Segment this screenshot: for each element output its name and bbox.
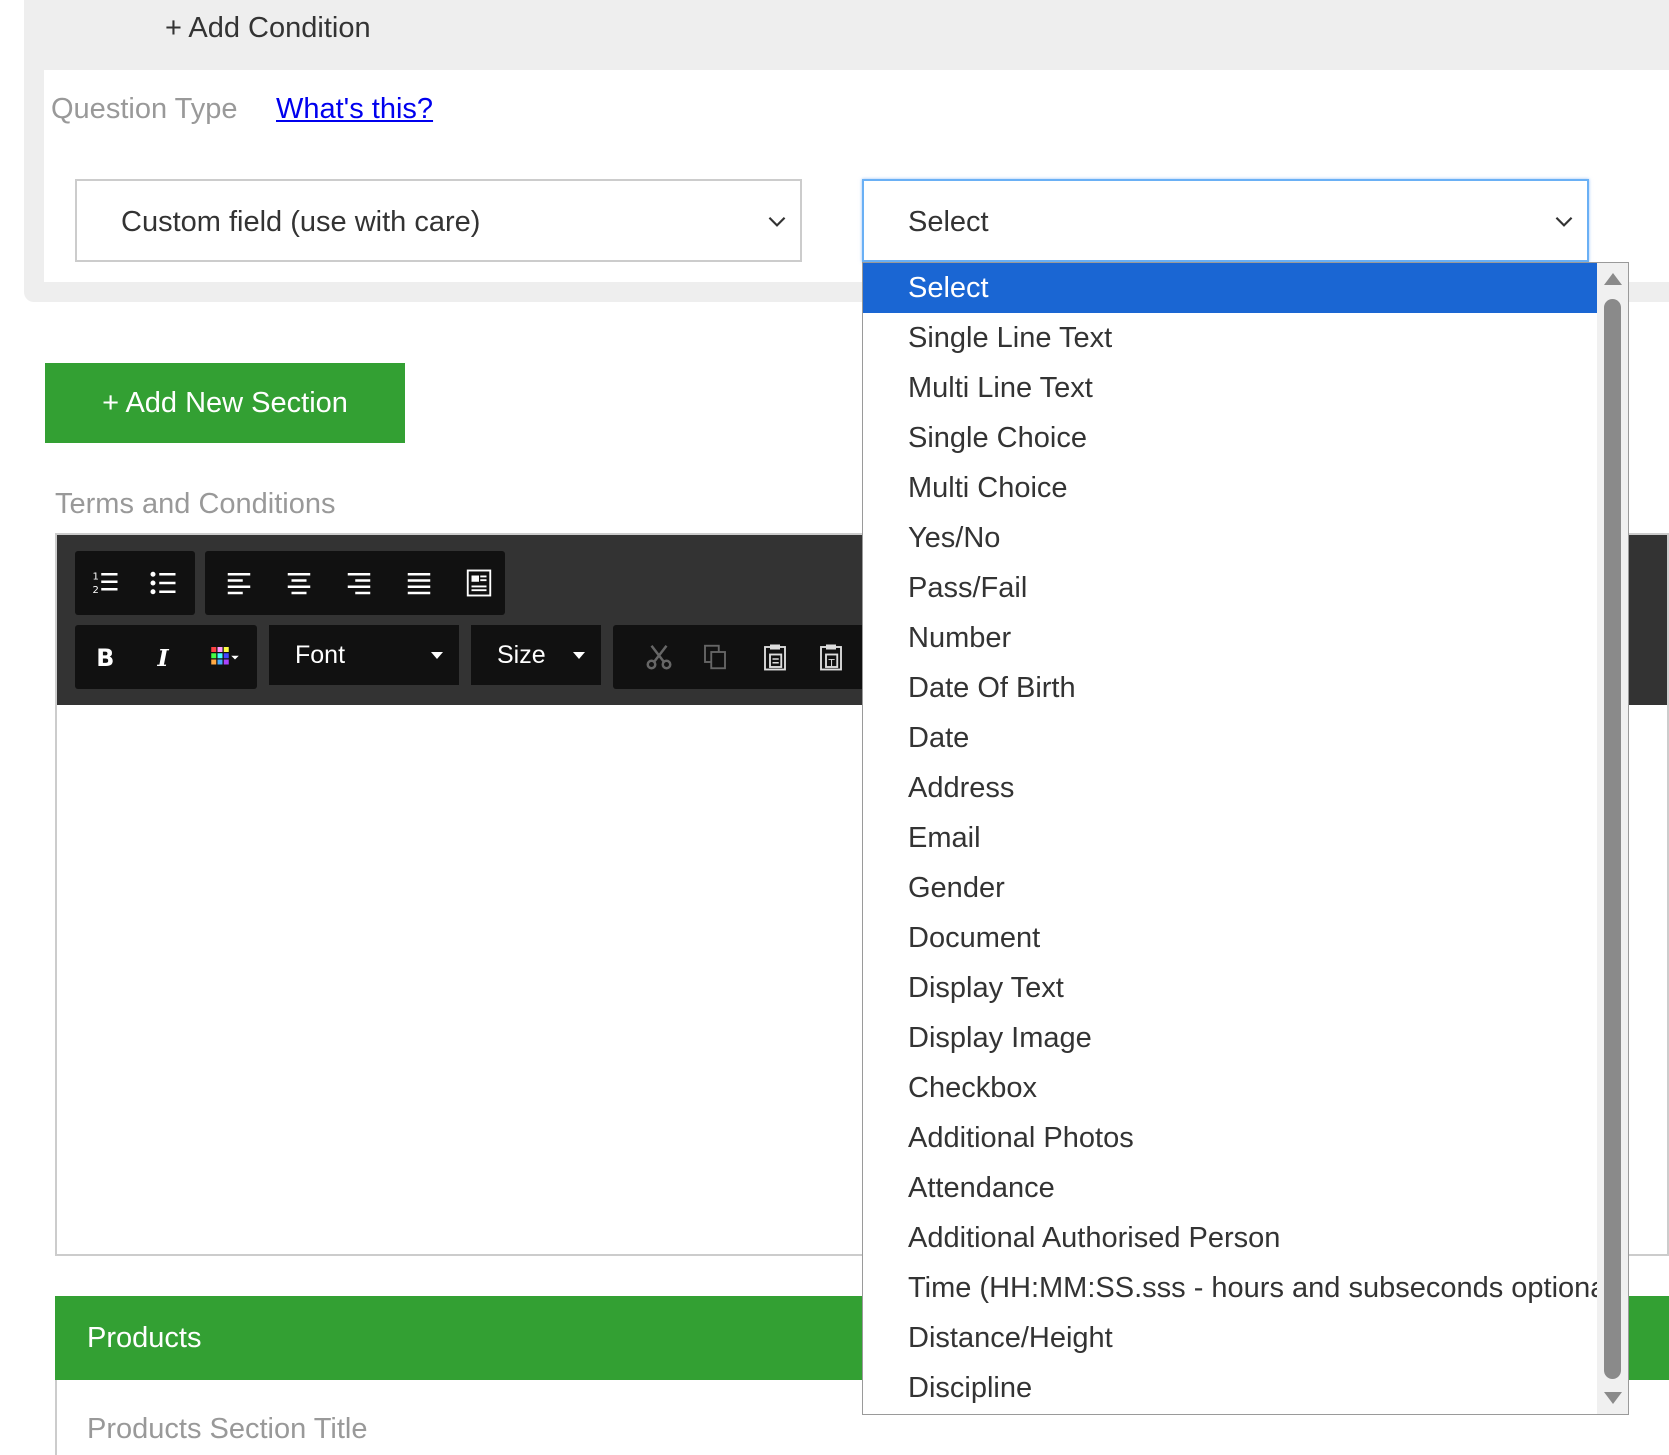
paste-as-text-icon[interactable]: T xyxy=(803,629,859,685)
svg-text:T: T xyxy=(828,658,836,669)
dropdown-option[interactable]: Single Choice xyxy=(863,413,1597,463)
copy-icon[interactable] xyxy=(687,629,743,685)
dropdown-option[interactable]: Yes/No xyxy=(863,513,1597,563)
caret-down-icon xyxy=(431,652,443,659)
paste-icon[interactable] xyxy=(747,629,803,685)
dropdown-option[interactable]: Number xyxy=(863,613,1597,663)
svg-text:B: B xyxy=(96,644,114,672)
chevron-down-icon xyxy=(768,216,786,227)
font-dropdown-label: Font xyxy=(295,641,346,669)
dropdown-option[interactable]: Additional Photos xyxy=(863,1113,1597,1163)
field-select[interactable]: Custom field (use with care) xyxy=(75,179,802,262)
size-dropdown[interactable]: Size xyxy=(471,625,601,685)
dropdown-option[interactable]: Document xyxy=(863,913,1597,963)
dropdown-option[interactable]: Date Of Birth xyxy=(863,663,1597,713)
size-dropdown-label: Size xyxy=(497,641,546,669)
dropdown-options: Select Single Line Text Multi Line Text Sin… xyxy=(863,263,1623,1413)
align-left-icon[interactable] xyxy=(211,555,267,611)
dropdown-option[interactable]: Address xyxy=(863,763,1597,813)
dropdown-scrollbar[interactable] xyxy=(1597,263,1628,1414)
dropdown-option[interactable]: Email xyxy=(863,813,1597,863)
ordered-list-icon[interactable]: 12 xyxy=(77,555,133,611)
question-type-dropdown-list[interactable]: Select Single Line Text Multi Line Text Sin… xyxy=(862,262,1629,1415)
svg-text:2: 2 xyxy=(93,585,99,596)
add-new-section-button[interactable]: + Add New Section xyxy=(45,363,405,443)
products-section-title-field[interactable]: Products Section Title xyxy=(87,1413,367,1446)
scroll-up-arrow-icon[interactable] xyxy=(1604,273,1622,285)
align-right-icon[interactable] xyxy=(331,555,387,611)
field-select-value: Custom field (use with care) xyxy=(121,206,481,238)
question-type-select-value: Select xyxy=(908,206,989,238)
question-type-label: Question Type xyxy=(51,93,238,125)
justify-icon[interactable] xyxy=(391,555,447,611)
terms-and-conditions-label: Terms and Conditions xyxy=(55,488,336,520)
bold-icon[interactable]: B xyxy=(77,629,133,685)
dropdown-option[interactable]: Discipline xyxy=(863,1363,1597,1413)
chevron-down-icon xyxy=(1555,216,1573,227)
dropdown-option[interactable]: Display Image xyxy=(863,1013,1597,1063)
scroll-down-arrow-icon[interactable] xyxy=(1604,1392,1622,1404)
font-dropdown[interactable]: Font xyxy=(269,625,459,685)
dropdown-option[interactable]: Pass/Fail xyxy=(863,563,1597,613)
dropdown-option[interactable]: Single Line Text xyxy=(863,313,1597,363)
unordered-list-icon[interactable] xyxy=(135,555,191,611)
text-color-icon[interactable] xyxy=(197,629,253,685)
italic-icon[interactable]: I xyxy=(137,629,193,685)
insert-template-icon[interactable] xyxy=(451,555,507,611)
dropdown-option[interactable]: Attendance xyxy=(863,1163,1597,1213)
dropdown-option[interactable]: Distance/Height xyxy=(863,1313,1597,1363)
question-type-select[interactable]: Select xyxy=(862,179,1589,262)
dropdown-option[interactable]: Multi Line Text xyxy=(863,363,1597,413)
whats-this-link[interactable]: What's this? xyxy=(276,93,433,126)
svg-text:I: I xyxy=(157,644,170,672)
dropdown-option[interactable]: Select xyxy=(863,263,1597,313)
dropdown-option[interactable]: Gender xyxy=(863,863,1597,913)
dropdown-option[interactable]: Date xyxy=(863,713,1597,763)
products-header-label: Products xyxy=(87,1322,202,1354)
add-condition-button[interactable]: + Add Condition xyxy=(165,12,371,45)
cut-icon[interactable] xyxy=(631,629,687,685)
caret-down-icon xyxy=(573,652,585,659)
dropdown-option[interactable]: Checkbox xyxy=(863,1063,1597,1113)
dropdown-option[interactable]: Display Text xyxy=(863,963,1597,1013)
dropdown-option[interactable]: Multi Choice xyxy=(863,463,1597,513)
svg-text:1: 1 xyxy=(93,571,99,582)
scroll-thumb[interactable] xyxy=(1604,299,1621,1379)
align-center-icon[interactable] xyxy=(271,555,327,611)
dropdown-option[interactable]: Time (HH:MM:SS.sss - hours and subsecond… xyxy=(863,1263,1623,1313)
dropdown-option[interactable]: Additional Authorised Person xyxy=(863,1213,1597,1263)
